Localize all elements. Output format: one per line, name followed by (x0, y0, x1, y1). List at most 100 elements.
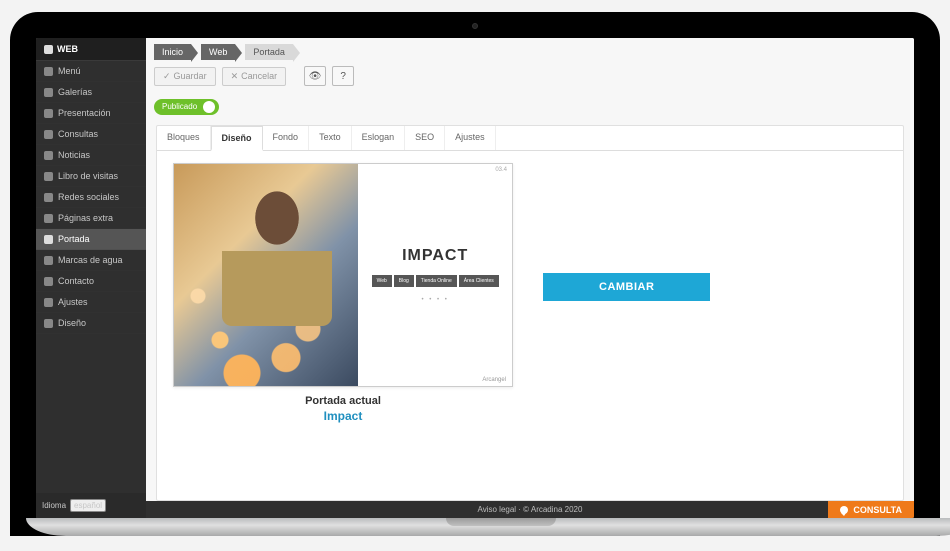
preview-nav-item: Tienda Online (416, 275, 457, 287)
cancel-label: Cancelar (241, 71, 277, 81)
sidebar-footer: Idioma español (36, 493, 146, 518)
screen: WEB Menú Galerías Presentación Consultas… (36, 38, 914, 518)
preview-social-icons: • • • • (421, 297, 448, 303)
publish-label: Publicado (162, 102, 197, 111)
lang-label: Idioma (42, 501, 66, 510)
x-icon: ✕ (231, 71, 239, 82)
sidebar-item-consultas[interactable]: Consultas (36, 124, 146, 145)
preview-nav-item: Blog (394, 275, 414, 287)
sidebar-item-label: Menú (58, 66, 81, 76)
book-icon (44, 172, 53, 181)
contact-icon (44, 277, 53, 286)
footer-copy: Aviso legal · © Arcadina 2020 (478, 505, 583, 514)
save-label: Guardar (174, 71, 207, 81)
consulta-button[interactable]: CONSULTA (828, 501, 914, 518)
sidebar-item-label: Contacto (58, 276, 94, 286)
sidebar-item-label: Marcas de agua (58, 255, 123, 265)
sidebar-item-diseno[interactable]: Diseño (36, 313, 146, 334)
laptop-notch (446, 518, 556, 526)
sidebar-item-label: Galerías (58, 87, 92, 97)
page-icon (44, 214, 53, 223)
crumb-web[interactable]: Web (201, 44, 235, 60)
monitor-icon (44, 45, 53, 54)
tab-ajustes[interactable]: Ajustes (445, 126, 496, 150)
preview-nav-item: Web (372, 275, 392, 287)
sidebar-item-menu[interactable]: Menú (36, 61, 146, 82)
sidebar-items: Menú Galerías Presentación Consultas Not… (36, 61, 146, 493)
sidebar-item-label: Noticias (58, 150, 90, 160)
sidebar-item-label: Portada (58, 234, 90, 244)
cancel-button[interactable]: ✕Cancelar (222, 67, 287, 86)
preview-photo (174, 164, 358, 386)
sidebar-header: WEB (36, 38, 146, 61)
brush-icon (44, 319, 53, 328)
sidebar-item-label: Diseño (58, 318, 86, 328)
toolbar: ✓Guardar ✕Cancelar 👁 ? (146, 66, 914, 92)
sidebar-item-libro[interactable]: Libro de visitas (36, 166, 146, 187)
current-cover-label: Portada actual (173, 395, 513, 407)
tabs: Bloques Diseño Fondo Texto Eslogan SEO A… (157, 126, 903, 151)
check-icon: ✓ (163, 71, 171, 82)
watermark-icon (44, 256, 53, 265)
person-illustration (222, 176, 332, 326)
preview-tag: 03.4 (495, 167, 507, 173)
crumb-inicio[interactable]: Inicio (154, 44, 191, 60)
preview-nav-item: Área Clientes (459, 275, 499, 287)
sidebar-item-portada[interactable]: Portada (36, 229, 146, 250)
preview-brand: IMPACT (402, 247, 468, 265)
sidebar-item-label: Redes sociales (58, 192, 119, 202)
sidebar-item-marcas[interactable]: Marcas de agua (36, 250, 146, 271)
consulta-label: CONSULTA (853, 505, 902, 515)
sidebar-title: WEB (57, 44, 78, 54)
preview-panel: 03.4 IMPACT Web Blog Tienda Online Área … (358, 164, 512, 386)
crumb-portada: Portada (245, 44, 293, 60)
sidebar-item-presentacion[interactable]: Presentación (36, 103, 146, 124)
sidebar-item-label: Páginas extra (58, 213, 113, 223)
laptop-frame: WEB Menú Galerías Presentación Consultas… (10, 12, 940, 536)
presentation-icon (44, 109, 53, 118)
design-area: 03.4 IMPACT Web Blog Tienda Online Área … (157, 151, 903, 501)
tab-bloques[interactable]: Bloques (157, 126, 211, 150)
change-column: CAMBIAR (543, 163, 710, 301)
tab-seo[interactable]: SEO (405, 126, 445, 150)
theme-preview: 03.4 IMPACT Web Blog Tienda Online Área … (173, 163, 513, 387)
sidebar: WEB Menú Galerías Presentación Consultas… (36, 38, 146, 518)
sidebar-item-label: Libro de visitas (58, 171, 118, 181)
sidebar-item-contacto[interactable]: Contacto (36, 271, 146, 292)
sidebar-item-noticias[interactable]: Noticias (36, 145, 146, 166)
eye-icon: 👁 (309, 71, 322, 82)
share-icon (44, 193, 53, 202)
sidebar-item-ajustes[interactable]: Ajustes (36, 292, 146, 313)
preview-footer: Arcangel (482, 377, 506, 383)
inbox-icon (44, 130, 53, 139)
preview-column: 03.4 IMPACT Web Blog Tienda Online Área … (173, 163, 513, 423)
change-button[interactable]: CAMBIAR (543, 273, 710, 301)
preview-nav: Web Blog Tienda Online Área Clientes (372, 275, 499, 287)
gear-icon (44, 298, 53, 307)
tab-fondo[interactable]: Fondo (263, 126, 310, 150)
tab-diseno[interactable]: Diseño (211, 126, 263, 151)
save-button[interactable]: ✓Guardar (154, 67, 216, 86)
camera-dot (472, 23, 478, 29)
sidebar-item-paginas[interactable]: Páginas extra (36, 208, 146, 229)
toggle-knob (203, 101, 215, 113)
lang-select[interactable]: español (70, 499, 106, 512)
chat-icon (840, 506, 848, 514)
current-cover-name: Impact (173, 409, 513, 423)
content-panel: Bloques Diseño Fondo Texto Eslogan SEO A… (156, 125, 904, 502)
tab-texto[interactable]: Texto (309, 126, 352, 150)
laptop-base (26, 518, 950, 536)
sidebar-item-redes[interactable]: Redes sociales (36, 187, 146, 208)
main: Inicio Web Portada ✓Guardar ✕Cancelar 👁 … (146, 38, 914, 518)
sidebar-item-label: Ajustes (58, 297, 88, 307)
publish-row: Publicado (146, 92, 914, 119)
sidebar-item-galerias[interactable]: Galerías (36, 82, 146, 103)
menu-icon (44, 67, 53, 76)
sidebar-item-label: Presentación (58, 108, 111, 118)
help-button[interactable]: ? (332, 66, 354, 86)
preview-button[interactable]: 👁 (304, 66, 326, 86)
tab-eslogan[interactable]: Eslogan (352, 126, 406, 150)
gallery-icon (44, 88, 53, 97)
publish-toggle[interactable]: Publicado (154, 99, 219, 115)
home-icon (44, 235, 53, 244)
